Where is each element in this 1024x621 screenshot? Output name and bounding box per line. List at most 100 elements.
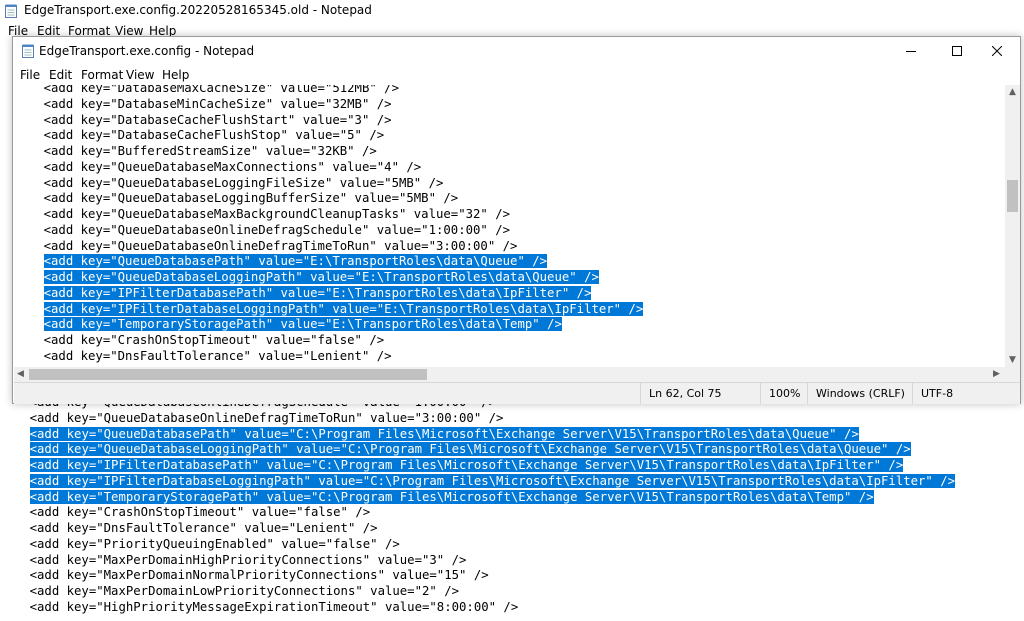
selected-text: <add key="QueueDatabasePath" value="E:\T… [43,254,548,269]
line-text: <add key="CrashOnStopTimeout" value="fal… [0,505,371,520]
text-line: <add key="MaxPerDomainLowPriorityConnect… [0,584,459,600]
menu-file[interactable]: File [20,68,40,82]
text-line: <add key="IPFilterDatabaseLoggingPath" v… [14,301,644,318]
text-line: <add key="PriorityQueuingEnabled" value=… [0,537,400,553]
minimize-button[interactable] [888,37,934,65]
horizontal-scrollbar[interactable]: ◀ ▶ [14,367,1005,382]
maximize-icon [952,46,962,56]
selected-text: <add key="IPFilterDatabasePath" value="C… [29,458,904,472]
line-text: <add key="QueueDatabaseOnlineDefragTimeT… [0,410,504,425]
selected-text: <add key="QueueDatabasePath" value="C:\P… [29,426,859,441]
text-line: <add key="IPFilterDatabasePath" value="E… [14,285,592,302]
text-line: <add key="QueueDatabaseMaxBackgroundClea… [14,207,510,223]
selected-text: <add key="TemporaryStoragePath" value="C… [29,489,874,504]
line-text: <add key="DatabaseCacheFlushStop" value=… [14,128,385,143]
line-text: <add key="DatabaseMaxCacheSize" value="5… [14,85,399,95]
text-line: <add key="TemporaryStoragePath" value="C… [0,489,874,506]
foreground-text-area[interactable]: <add key="DatabaseMaxCacheSize" value="5… [14,85,1005,367]
scroll-left-icon[interactable]: ◀ [17,369,24,379]
line-text: <add key="QueueDatabaseMaxConnections" v… [14,159,422,174]
background-window-title: EdgeTransport.exe.config.20220528165345.… [24,3,372,17]
encoding: UTF-8 [912,383,1011,404]
text-line: <add key="QueueDatabaseLoggingPath" valu… [14,270,599,286]
menu-view[interactable]: View [126,68,154,82]
background-title-bar[interactable]: EdgeTransport.exe.config.20220528165345.… [0,0,1024,22]
line-text: <add key="DatabaseMinCacheSize" value="3… [14,96,392,111]
selected-text: <add key="QueueDatabaseLoggingPath" valu… [29,442,911,457]
vertical-scrollbar[interactable]: ▲ ▼ [1005,85,1020,367]
line-text: <add key="DnsFaultTolerance" value="Leni… [14,348,392,363]
selected-text: <add key="TemporaryStoragePath" value="E… [43,317,562,332]
text-line: <add key="IPFilterDatabaseLoggingPath" v… [0,473,956,490]
text-line: <add key="DnsFaultTolerance" value="Leni… [0,521,378,537]
selected-text: <add key="IPFilterDatabasePath" value="E… [43,285,592,300]
text-line: <add key="QueueDatabaseLoggingBufferSize… [14,191,459,207]
text-line: <add key="MaxPerDomainHighPriorityConnec… [0,552,467,569]
line-text: <add key="BufferedStreamSize" value="32K… [14,144,377,158]
status-bar: Ln 62, Col 75 100% Windows (CRLF) UTF-8 [14,382,1020,404]
text-line: <add key="QueueDatabaseLoggingPath" valu… [0,442,911,458]
line-text: <add key="QueueDatabaseMaxBackgroundClea… [14,207,511,221]
line-text: <add key="PriorityQueuingEnabled" value=… [0,536,400,551]
text-line: <add key="HighPriorityMessageExpirationT… [0,599,519,616]
line-text: <add key="CrashOnStopTimeout" value="fal… [14,333,385,347]
line-text: <add key="QueueDatabaseOnlineDefragTimeT… [14,238,518,253]
text-line: <add key="QueueDatabaseOnlineDefragSched… [14,223,510,239]
text-line: <add key="QueueDatabasePath" value="C:\P… [0,426,859,443]
scroll-down-icon[interactable]: ▼ [1009,355,1016,365]
horizontal-scroll-thumb[interactable] [29,369,427,380]
scroll-up-icon[interactable]: ▲ [1009,87,1016,97]
text-line: <add key="CrashOnStopTimeout" value="fal… [14,333,385,349]
menu-format[interactable]: Format [81,68,123,82]
foreground-notepad-window: EdgeTransport.exe.config - Notepad File … [12,36,1021,404]
line-ending: Windows (CRLF) [807,383,911,404]
text-line: <add key="QueueDatabaseMaxConnections" v… [14,159,422,176]
text-line: <add key="QueueDatabaseOnlineDefragTimeT… [0,410,504,427]
selected-text: <add key="IPFilterDatabaseLoggingPath" v… [43,301,644,316]
scrollbar-corner [1005,367,1020,382]
text-line: <add key="DatabaseCacheFlushStart" value… [14,113,392,129]
selected-text: <add key="QueueDatabaseLoggingPath" valu… [43,270,599,284]
text-line: <add key="MaxPerDomainNormalPriorityConn… [0,568,489,584]
line-text: <add key="HighPriorityMessageExpirationT… [0,599,519,614]
line-text: <add key="MaxPerDomainNormalPriorityConn… [0,568,489,583]
zoom-level: 100% [760,383,805,404]
selected-text: <add key="IPFilterDatabaseLoggingPath" v… [29,473,956,488]
text-line: <add key="CrashOnStopTimeout" value="fal… [0,505,371,521]
line-text: <add key="QueueDatabaseLoggingFileSize" … [14,175,444,190]
close-button[interactable] [974,37,1020,65]
line-text: <add key="MaxPerDomainHighPriorityConnec… [0,552,467,567]
menu-help[interactable]: Help [162,68,189,82]
text-line: <add key="TemporaryStoragePath" value="E… [14,317,562,333]
text-line: <add key="DnsFaultTolerance" value="Leni… [14,349,392,365]
foreground-title-bar[interactable]: EdgeTransport.exe.config - Notepad [13,37,1020,65]
line-text: <add key="MaxPerDomainLowPriorityConnect… [0,584,460,598]
vertical-scroll-thumb[interactable] [1007,180,1018,212]
line-text: <add key="DatabaseCacheFlushStart" value… [14,112,392,127]
scroll-right-icon[interactable]: ▶ [993,369,1000,379]
foreground-menu-bar: File Edit Format View Help [13,65,1020,85]
minimize-icon [906,51,916,52]
text-line: <add key="QueueDatabaseOnlineDefragTimeT… [14,238,518,255]
text-line: <add key="QueueDatabaseLoggingFileSize" … [14,175,444,192]
notepad-icon [22,44,34,58]
line-text: <add key="DnsFaultTolerance" value="Leni… [0,521,378,535]
text-line: <add key="QueueDatabasePath" value="E:\T… [14,254,548,270]
foreground-window-title: EdgeTransport.exe.config - Notepad [39,44,255,58]
text-line: <add key="DatabaseMaxCacheSize" value="5… [14,85,399,97]
notepad-icon [5,4,17,18]
cursor-position: Ln 62, Col 75 [640,383,759,404]
menu-edit[interactable]: Edit [49,68,72,82]
text-line: <add key="DatabaseCacheFlushStop" value=… [14,128,385,144]
text-line: <add key="IPFilterDatabasePath" value="C… [0,458,904,474]
